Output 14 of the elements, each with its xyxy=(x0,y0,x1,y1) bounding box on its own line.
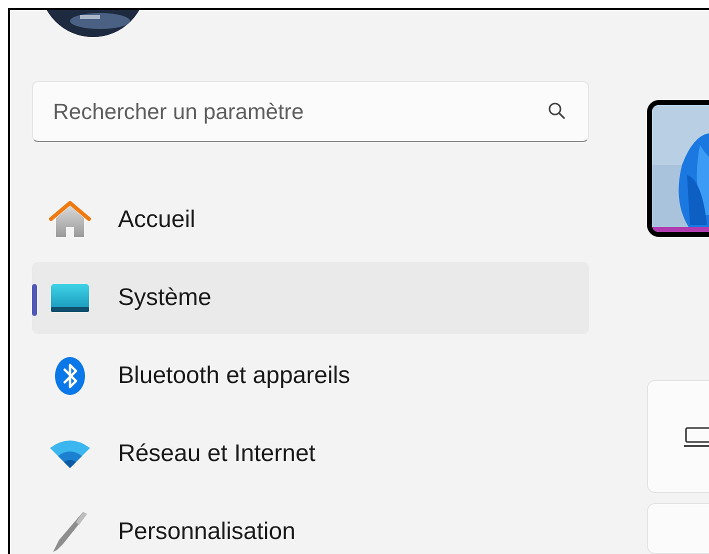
nav-item[interactable]: Personnalisation xyxy=(32,496,589,554)
nav-item[interactable]: Réseau et Internet xyxy=(32,418,589,490)
wifi-icon xyxy=(49,439,91,469)
bluetooth-icon xyxy=(54,356,86,396)
brush-icon xyxy=(53,512,87,552)
search-field[interactable]: Rechercher un paramètre xyxy=(32,81,589,142)
selection-indicator xyxy=(32,284,37,316)
monitor-icon xyxy=(51,283,89,313)
nav-item[interactable]: Accueil xyxy=(32,184,589,256)
home-icon xyxy=(49,201,91,239)
search-icon xyxy=(547,101,567,121)
laptop-icon xyxy=(684,426,709,447)
nav-item[interactable]: Bluetooth et appareils xyxy=(32,340,589,412)
nav-item[interactable]: Système xyxy=(32,262,589,334)
